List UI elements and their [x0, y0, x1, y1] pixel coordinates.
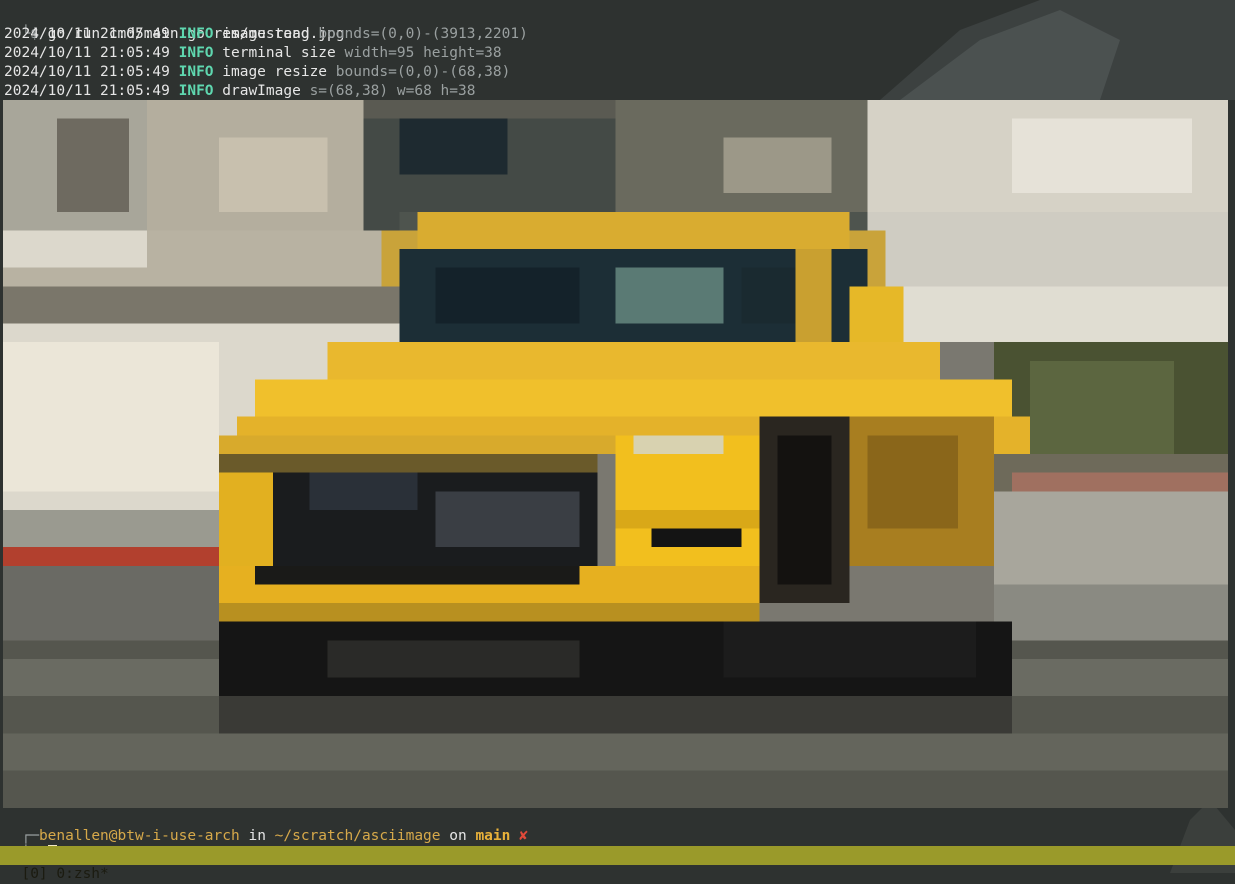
log-level: INFO — [178, 64, 214, 80]
log-line: 2024/10/11 21:05:49 INFO drawImage s=(68… — [4, 83, 476, 99]
command-line: └$ go run cmd/main.go res/mustang.jpg — [4, 7, 344, 42]
log-line: 2024/10/11 21:05:49 INFO image read boun… — [4, 26, 528, 42]
prompt-path: ~/scratch/asciimage — [274, 828, 441, 844]
input-line[interactable]: └$ — [4, 827, 57, 862]
tmux-window-list[interactable]: [0] 0:zsh* — [21, 866, 108, 882]
shell-prompt: ┌─benallen@btw-i-use-arch in ~/scratch/a… — [21, 828, 528, 844]
log-level: INFO — [178, 45, 214, 61]
log-line: 2024/10/11 21:05:49 INFO terminal size w… — [4, 45, 502, 61]
tmux-status-bar: [0] 0:zsh* — [0, 846, 1235, 882]
git-branch: main — [475, 828, 511, 844]
git-dirty-icon: ✘ — [519, 828, 528, 844]
log-line: 2024/10/11 21:05:49 INFO image resize bo… — [4, 64, 511, 80]
log-level: INFO — [178, 26, 214, 42]
log-level: INFO — [178, 83, 214, 99]
prompt-user-host: benallen@btw-i-use-arch — [38, 828, 240, 844]
pixelated-car-image — [3, 100, 1228, 808]
